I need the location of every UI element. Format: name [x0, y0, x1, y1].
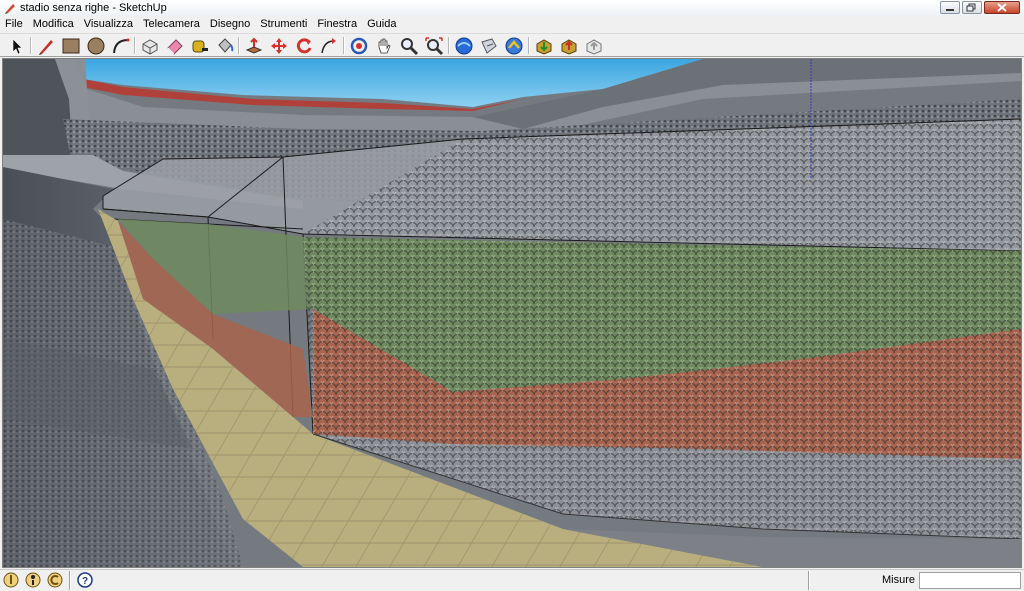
rotate-tool-icon — [296, 38, 312, 54]
stadium-3d-model — [3, 59, 1021, 567]
status-bar: ? Misure — [0, 569, 1024, 591]
menu-telecamera[interactable]: Telecamera — [138, 16, 205, 32]
warehouse-icon — [505, 37, 523, 55]
help-icon: ? — [77, 572, 93, 588]
close-icon — [997, 3, 1007, 12]
menu-finestra[interactable]: Finestra — [312, 16, 362, 32]
main-toolbar — [0, 33, 1024, 57]
credits-icon — [25, 572, 41, 588]
user-button[interactable] — [47, 572, 63, 588]
move-tool-icon — [271, 38, 287, 54]
rectangle-tool-button[interactable] — [61, 36, 81, 56]
previous-view-button[interactable] — [454, 36, 474, 56]
sketchup-app-icon[interactable] — [4, 2, 16, 14]
menu-guida[interactable]: Guida — [362, 16, 401, 32]
pan-tool-button[interactable] — [374, 36, 394, 56]
share-model-button[interactable] — [559, 36, 579, 56]
follow-me-tool-icon — [321, 38, 336, 54]
menu-modifica[interactable]: Modifica — [28, 16, 79, 32]
geo-location-button[interactable] — [3, 572, 19, 588]
measure-input[interactable] — [919, 572, 1021, 589]
eraser-tool-icon — [167, 39, 183, 55]
move-tool-button[interactable] — [269, 36, 289, 56]
zoom-tool-icon — [401, 38, 419, 56]
geo-location-icon — [3, 572, 19, 588]
arc-tool-icon — [113, 38, 130, 54]
menu-strumenti[interactable]: Strumenti — [255, 16, 312, 32]
restore-button[interactable] — [962, 1, 982, 14]
paint-bucket-button[interactable] — [215, 36, 235, 56]
circle-tool-icon — [87, 37, 105, 55]
zoom-extents-button[interactable] — [424, 36, 444, 56]
push-pull-button[interactable] — [244, 36, 264, 56]
paint-bucket-icon — [218, 38, 234, 53]
select-tool-button[interactable] — [7, 36, 27, 56]
arc-tool-button[interactable] — [111, 36, 131, 56]
next-view-button[interactable] — [479, 36, 499, 56]
tape-measure-icon — [192, 40, 208, 53]
push-pull-tool-icon — [245, 37, 263, 54]
orbit-tool-icon — [350, 37, 368, 55]
get-models-button[interactable] — [534, 36, 554, 56]
svg-text:?: ? — [82, 576, 88, 587]
pencil-line-tool-icon — [39, 40, 53, 55]
menu-visualizza[interactable]: Visualizza — [79, 16, 138, 32]
help-button[interactable]: ? — [77, 572, 93, 588]
user-icon — [47, 572, 63, 588]
previous-view-icon — [455, 37, 473, 55]
title-bar: stadio senza righe - SketchUp — [0, 0, 1024, 17]
eraser-tool-button[interactable] — [165, 36, 185, 56]
close-button[interactable] — [984, 1, 1020, 14]
rotate-tool-button[interactable] — [294, 36, 314, 56]
pan-tool-icon — [378, 38, 391, 54]
menu-disegno[interactable]: Disegno — [205, 16, 255, 32]
line-tool-button[interactable] — [36, 36, 56, 56]
select-tool-icon — [12, 38, 23, 55]
menu-bar: File Modifica Visualizza Telecamera Dise… — [0, 16, 1024, 32]
next-view-icon — [481, 38, 497, 54]
zoom-extents-icon — [425, 37, 444, 56]
menu-file[interactable]: File — [0, 16, 28, 32]
circle-tool-button[interactable] — [86, 36, 106, 56]
tape-measure-button[interactable] — [190, 36, 210, 56]
warehouse-button[interactable] — [504, 36, 524, 56]
minimize-icon — [946, 9, 954, 11]
rectangle-tool-icon — [62, 38, 80, 54]
share-model-icon — [561, 39, 577, 55]
restore-icon — [966, 3, 976, 12]
credits-button[interactable] — [25, 572, 41, 588]
minimize-button[interactable] — [940, 1, 960, 14]
orbit-tool-button[interactable] — [349, 36, 369, 56]
window-title: stadio senza righe - SketchUp — [20, 2, 167, 14]
share-component-button[interactable] — [584, 36, 604, 56]
measure-label: Misure — [882, 574, 916, 586]
get-models-icon — [536, 39, 552, 55]
share-component-icon — [586, 39, 602, 55]
zoom-tool-button[interactable] — [399, 36, 419, 56]
drawing-viewport[interactable] — [2, 58, 1022, 568]
make-component-button[interactable] — [140, 36, 160, 56]
make-component-icon — [142, 39, 158, 55]
follow-me-button[interactable] — [319, 36, 339, 56]
